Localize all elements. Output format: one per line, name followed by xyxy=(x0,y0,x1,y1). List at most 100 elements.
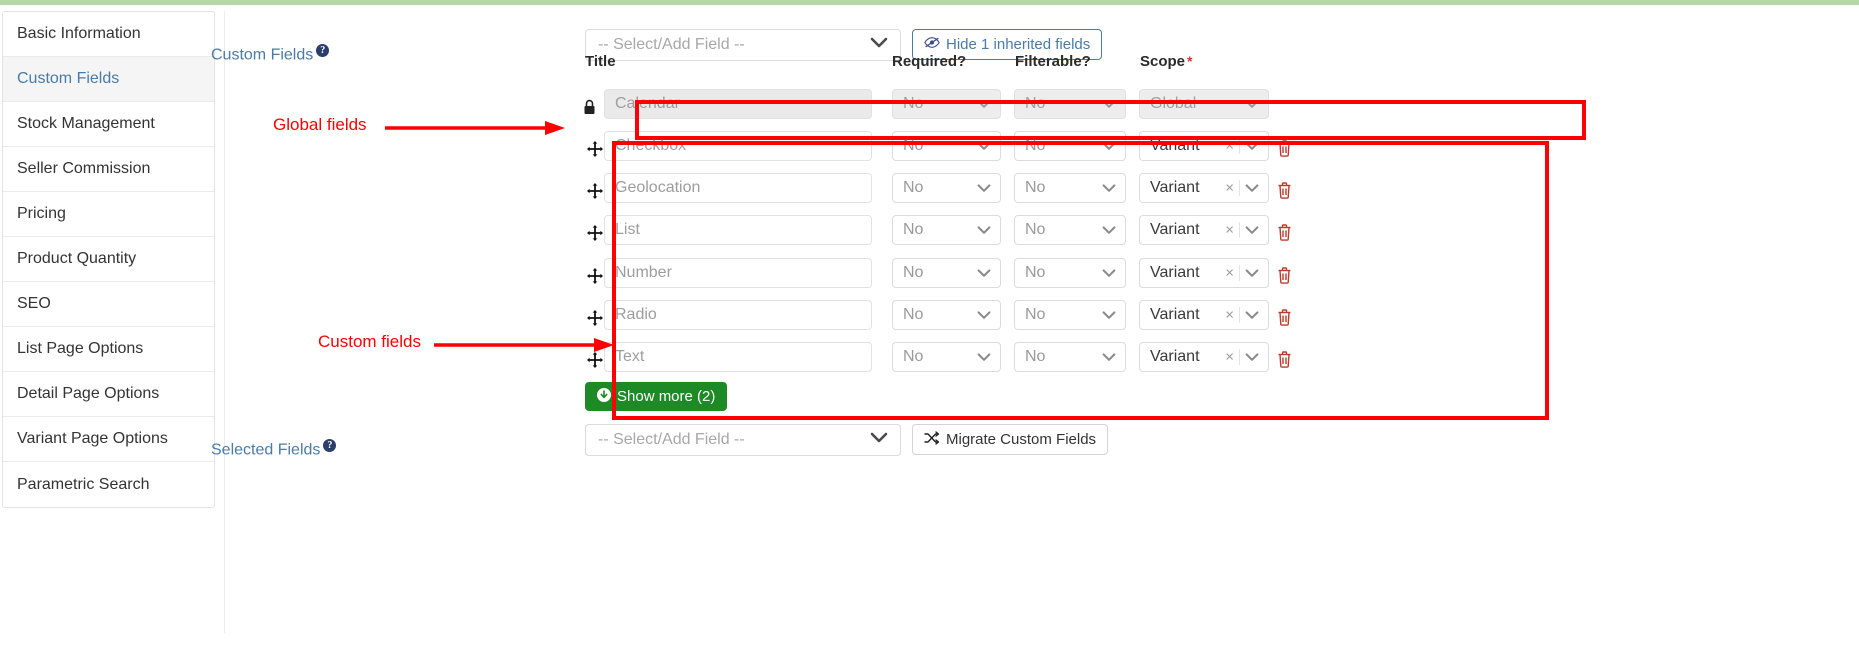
sidebar-item-list-page-options[interactable]: List Page Options xyxy=(3,327,214,372)
custom-field-required-select[interactable]: No xyxy=(892,215,1001,245)
sidebar-item-stock-management[interactable]: Stock Management xyxy=(3,102,214,147)
global-field-row: Calendar No No Global xyxy=(225,89,1856,125)
sidebar-item-seller-commission[interactable]: Seller Commission xyxy=(3,147,214,192)
custom-field-filterable-value: No xyxy=(1025,221,1046,238)
custom-field-filterable-select[interactable]: No xyxy=(1014,173,1126,203)
custom-field-filterable-value: No xyxy=(1025,264,1046,281)
custom-field-title-input[interactable]: Radio xyxy=(604,300,872,330)
sidebar-item-detail-page-options[interactable]: Detail Page Options xyxy=(3,372,214,417)
divider xyxy=(1239,307,1240,323)
drag-handle-icon[interactable] xyxy=(587,183,603,199)
sidebar-item-custom-fields[interactable]: Custom Fields xyxy=(3,57,214,102)
clear-icon[interactable]: × xyxy=(1225,265,1234,282)
custom-field-title-input[interactable]: Number xyxy=(604,258,872,288)
custom-field-required-select[interactable]: No xyxy=(892,342,1001,372)
custom-fields-select-add-field[interactable]: -- Select/Add Field -- xyxy=(585,29,901,61)
chevron-down-icon xyxy=(1102,266,1116,280)
trash-icon[interactable] xyxy=(1277,267,1293,285)
sidebar-item-label: Pricing xyxy=(17,205,66,222)
custom-field-title-value: Geolocation xyxy=(615,179,701,196)
chevron-down-icon xyxy=(977,223,991,237)
selected-fields-select-add-field[interactable]: -- Select/Add Field -- xyxy=(585,424,901,456)
custom-field-title-input[interactable]: Geolocation xyxy=(604,173,872,203)
column-header-scope-text: Scope xyxy=(1140,53,1186,70)
custom-field-filterable-value: No xyxy=(1025,137,1046,154)
custom-field-required-select[interactable]: No xyxy=(892,173,1001,203)
custom-field-required-value: No xyxy=(903,306,924,323)
sidebar-item-seo[interactable]: SEO xyxy=(3,282,214,327)
clear-icon[interactable]: × xyxy=(1225,138,1234,155)
migrate-custom-fields-button[interactable]: Migrate Custom Fields xyxy=(912,424,1109,455)
sidebar-item-parametric-search[interactable]: Parametric Search xyxy=(3,462,214,507)
clear-icon[interactable]: × xyxy=(1225,222,1234,239)
sidebar-item-label: Seller Commission xyxy=(17,160,151,177)
column-header-required: Required? xyxy=(892,53,967,70)
sidebar-item-variant-page-options[interactable]: Variant Page Options xyxy=(3,417,214,462)
clear-icon[interactable]: × xyxy=(1225,180,1234,197)
trash-icon[interactable] xyxy=(1277,224,1293,242)
sidebar-item-product-quantity[interactable]: Product Quantity xyxy=(3,237,214,282)
custom-field-title-input[interactable]: Checkbox xyxy=(604,131,872,161)
custom-field-title-input[interactable]: Text xyxy=(604,342,872,372)
chevron-down-icon xyxy=(1102,223,1116,237)
custom-field-scope-select[interactable]: Variant × xyxy=(1139,131,1269,161)
trash-icon[interactable] xyxy=(1277,309,1293,327)
divider xyxy=(1239,180,1240,196)
sidebar-item-pricing[interactable]: Pricing xyxy=(3,192,214,237)
custom-field-filterable-select[interactable]: No xyxy=(1014,258,1126,288)
custom-field-scope-select[interactable]: Variant × xyxy=(1139,173,1269,203)
drag-handle-icon[interactable] xyxy=(587,310,603,326)
trash-icon[interactable] xyxy=(1277,140,1293,158)
drag-handle-icon[interactable] xyxy=(587,352,603,368)
custom-field-scope-value: Variant xyxy=(1150,264,1200,281)
chevron-down-icon xyxy=(1245,97,1259,111)
custom-field-filterable-select[interactable]: No xyxy=(1014,342,1126,372)
custom-field-filterable-select[interactable]: No xyxy=(1014,215,1126,245)
shuffle-icon xyxy=(924,430,940,449)
arrow-down-circle-icon xyxy=(597,387,611,406)
drag-handle-icon[interactable] xyxy=(587,141,603,157)
clear-icon[interactable]: × xyxy=(1225,307,1234,324)
divider xyxy=(1239,265,1240,281)
custom-field-scope-select[interactable]: Variant × xyxy=(1139,215,1269,245)
global-field-required-value: No xyxy=(903,95,924,112)
chevron-down-icon xyxy=(1102,97,1116,111)
custom-field-row: Text No No Variant × xyxy=(225,342,1856,378)
global-field-required-select: No xyxy=(892,89,1001,119)
sidebar-item-basic-information[interactable]: Basic Information xyxy=(3,12,214,57)
chevron-down-icon xyxy=(1102,181,1116,195)
trash-icon[interactable] xyxy=(1277,182,1293,200)
custom-field-row: Radio No No Variant × xyxy=(225,300,1856,336)
lock-icon xyxy=(583,99,597,115)
custom-field-scope-select[interactable]: Variant × xyxy=(1139,342,1269,372)
custom-field-title-value: Text xyxy=(615,348,645,365)
custom-field-scope-select[interactable]: Variant × xyxy=(1139,258,1269,288)
custom-field-row: Checkbox No No Variant × xyxy=(225,131,1856,167)
sidebar-item-label: Product Quantity xyxy=(17,250,137,267)
show-more-label: Show more (2) xyxy=(617,388,716,405)
divider xyxy=(1239,222,1240,238)
drag-handle-icon[interactable] xyxy=(587,268,603,284)
custom-field-required-select[interactable]: No xyxy=(892,131,1001,161)
global-field-scope-select: Global xyxy=(1139,89,1269,119)
show-more-button[interactable]: Show more (2) xyxy=(585,382,728,411)
help-icon[interactable]: ? xyxy=(323,439,337,452)
trash-icon[interactable] xyxy=(1277,351,1293,369)
custom-field-filterable-value: No xyxy=(1025,179,1046,196)
custom-field-filterable-select[interactable]: No xyxy=(1014,300,1126,330)
chevron-down-icon xyxy=(1102,139,1116,153)
custom-field-filterable-select[interactable]: No xyxy=(1014,131,1126,161)
custom-field-title-input[interactable]: List xyxy=(604,215,872,245)
sidebar-item-label: Parametric Search xyxy=(17,475,150,493)
drag-handle-icon[interactable] xyxy=(587,225,603,241)
help-icon[interactable]: ? xyxy=(316,44,330,57)
custom-field-required-select[interactable]: No xyxy=(892,300,1001,330)
column-header-filterable: Filterable? xyxy=(1015,53,1091,70)
custom-field-required-select[interactable]: No xyxy=(892,258,1001,288)
selected-fields-select-value: -- Select/Add Field -- xyxy=(598,431,745,448)
chevron-down-icon xyxy=(1245,266,1259,280)
custom-field-scope-select[interactable]: Variant × xyxy=(1139,300,1269,330)
clear-icon[interactable]: × xyxy=(1225,349,1234,366)
annotation-custom-fields: Custom fields xyxy=(318,332,421,351)
top-accent-bar xyxy=(0,0,1859,5)
